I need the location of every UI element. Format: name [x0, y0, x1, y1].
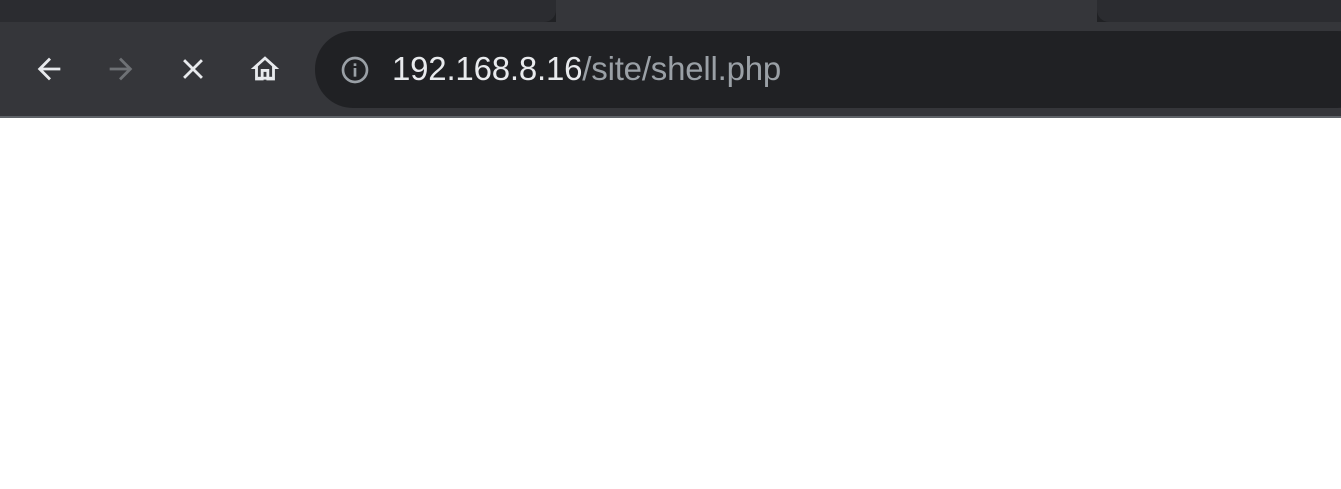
browser-tab[interactable]: [1097, 0, 1341, 22]
info-icon[interactable]: [339, 54, 371, 86]
url-host: 192.168.8.16: [392, 50, 583, 87]
arrow-left-icon: [37, 57, 61, 81]
tab-strip: [0, 0, 1341, 22]
url-path: /site/shell.php: [582, 50, 782, 87]
browser-chrome: 192.168.8.16/site/shell.php: [0, 0, 1341, 118]
forward-button[interactable]: [99, 47, 143, 91]
close-icon: [183, 59, 203, 79]
browser-toolbar: 192.168.8.16/site/shell.php: [0, 22, 1341, 116]
browser-tab[interactable]: [0, 0, 556, 22]
stop-loading-button[interactable]: [171, 47, 215, 91]
url-text[interactable]: 192.168.8.16/site/shell.php: [392, 49, 781, 89]
page-viewport: [0, 118, 1341, 489]
home-button[interactable]: [243, 47, 287, 91]
back-button[interactable]: [27, 47, 71, 91]
address-bar[interactable]: 192.168.8.16/site/shell.php: [315, 31, 1341, 108]
browser-tab-active[interactable]: [556, 0, 1097, 22]
home-icon: [250, 56, 280, 81]
arrow-right-icon: [109, 57, 133, 81]
